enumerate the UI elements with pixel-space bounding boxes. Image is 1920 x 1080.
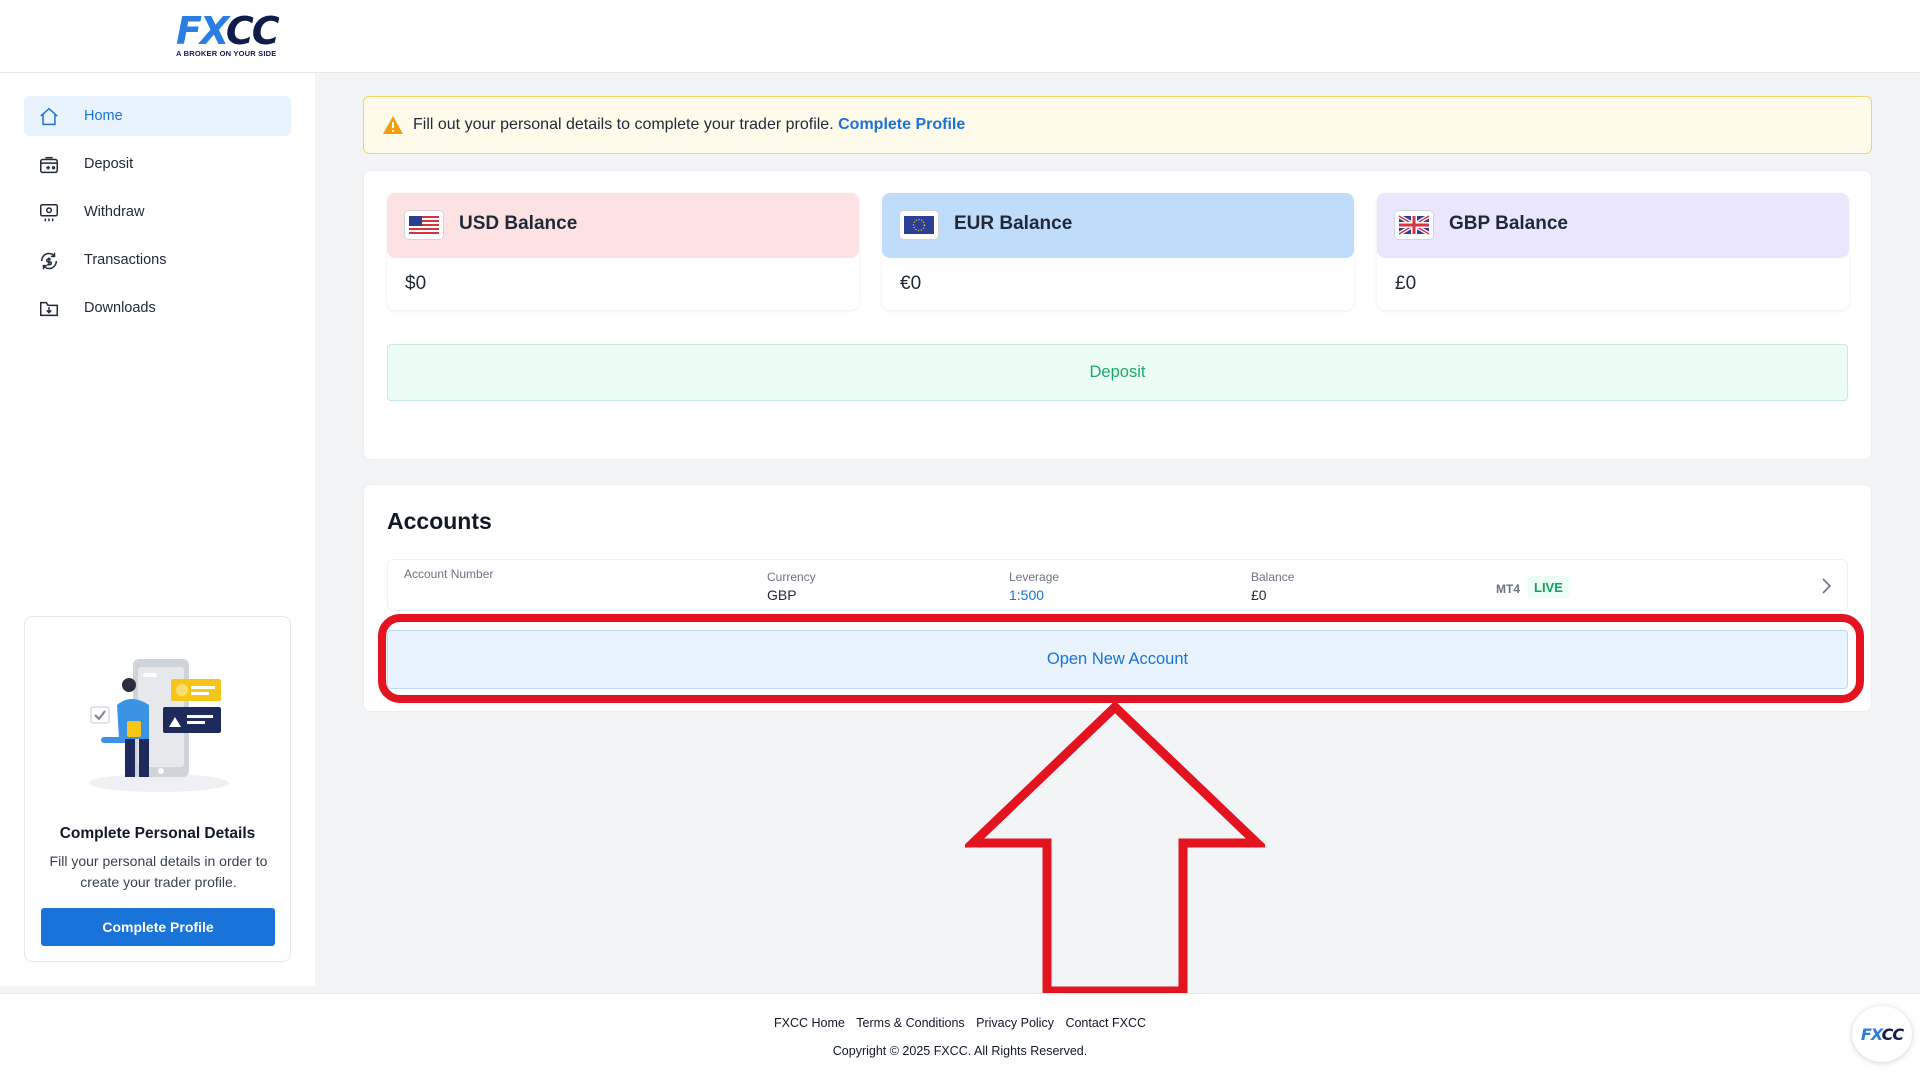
warning-icon xyxy=(383,116,403,134)
balance-title: EUR Balance xyxy=(954,213,1073,234)
balance-title: GBP Balance xyxy=(1449,213,1568,234)
gbp-balance-header: GBP Balance xyxy=(1377,193,1849,258)
home-icon xyxy=(40,107,58,126)
usd-balance-card: USD Balance $0 xyxy=(387,193,859,310)
usd-balance-header: USD Balance xyxy=(387,193,859,258)
footer-link-home[interactable]: FXCC Home xyxy=(774,1016,845,1030)
sidebar-item-label: Withdraw xyxy=(84,204,145,220)
fxcc-logo[interactable]: FXCC A BROKER ON YOUR SIDE xyxy=(176,12,301,58)
sidebar-item-label: Downloads xyxy=(84,300,156,316)
withdraw-cash-icon xyxy=(40,204,58,222)
sidebar: Home Deposit Withdraw Transactions Downl… xyxy=(0,73,315,986)
promo-text: Fill your personal details in order to c… xyxy=(49,853,268,890)
currency-value: GBP xyxy=(767,587,797,603)
transactions-icon xyxy=(40,252,58,270)
alert-text: Fill out your personal details to comple… xyxy=(413,116,834,133)
deposit-button[interactable]: Deposit xyxy=(387,344,1848,401)
account-row[interactable]: Account Number Currency GBP Leverage 1:5… xyxy=(387,559,1848,611)
live-badge: LIVE xyxy=(1528,576,1569,598)
mini-logo-cc: CC xyxy=(1881,1024,1905,1044)
profile-illustration xyxy=(89,659,229,792)
deposit-wallet-icon xyxy=(40,156,58,174)
sidebar-item-transactions[interactable]: Transactions xyxy=(24,240,291,280)
open-new-account-button[interactable]: Open New Account xyxy=(387,630,1848,689)
sidebar-item-downloads[interactable]: Downloads xyxy=(24,288,291,328)
profile-alert: Fill out your personal details to comple… xyxy=(363,96,1872,154)
promo-title: Complete Personal Details xyxy=(59,825,256,842)
fxcc-mini-logo: FXCC xyxy=(1860,1024,1905,1044)
us-flag-icon xyxy=(405,211,443,239)
gbp-balance-card: GBP Balance £0 xyxy=(1377,193,1849,310)
logo-cc-text: CC xyxy=(225,9,280,53)
footer-link-terms[interactable]: Terms & Conditions xyxy=(856,1016,964,1030)
alert-message: Fill out your personal details to comple… xyxy=(413,116,965,134)
balance-col: Balance £0 xyxy=(1251,570,1294,603)
sidebar-item-home[interactable]: Home xyxy=(24,96,291,136)
sidebar-item-deposit[interactable]: Deposit xyxy=(24,144,291,184)
accounts-title: Accounts xyxy=(387,508,492,534)
up-arrow-annotation xyxy=(965,700,1265,996)
footer-link-privacy[interactable]: Privacy Policy xyxy=(976,1016,1054,1030)
copyright-text: Copyright © 2025 FXCC. All Rights Reserv… xyxy=(832,1044,1088,1058)
leverage-col: Leverage 1:500 xyxy=(1009,570,1059,603)
balance-amount: €0 xyxy=(900,273,922,294)
currency-col: Currency GBP xyxy=(767,570,816,603)
account-number-label: Account Number xyxy=(404,567,494,581)
eur-balance-header: EUR Balance xyxy=(882,193,1354,258)
balance-label: Balance xyxy=(1251,570,1295,584)
eur-balance-card: EUR Balance €0 xyxy=(882,193,1354,310)
sidebar-item-label: Home xyxy=(84,108,123,124)
leverage-label: Leverage xyxy=(1009,570,1060,584)
balance-title: USD Balance xyxy=(459,213,578,234)
footer: FXCC Home Terms & Conditions Privacy Pol… xyxy=(0,993,1920,1080)
chevron-right-icon[interactable] xyxy=(1819,576,1833,596)
balance-amount: £0 xyxy=(1395,273,1417,294)
complete-profile-button[interactable]: Complete Profile xyxy=(41,908,275,946)
footer-links: FXCC Home Terms & Conditions Privacy Pol… xyxy=(0,1016,1920,1030)
balance-value: £0 xyxy=(1251,587,1267,603)
mini-logo-fx: FX xyxy=(1860,1024,1883,1044)
footer-link-contact[interactable]: Contact FXCC xyxy=(1065,1016,1146,1030)
complete-details-card: Complete Personal Details Fill your pers… xyxy=(24,616,291,962)
platform-badge: MT4 xyxy=(1496,582,1520,596)
balance-amount: $0 xyxy=(405,273,427,294)
sidebar-item-label: Transactions xyxy=(84,252,167,268)
sidebar-item-label: Deposit xyxy=(84,156,134,172)
eu-flag-icon xyxy=(900,211,938,239)
fxcc-chat-badge[interactable]: FXCC xyxy=(1852,1006,1912,1062)
sidebar-item-withdraw[interactable]: Withdraw xyxy=(24,192,291,232)
account-number-col: Account Number xyxy=(404,567,493,581)
currency-label: Currency xyxy=(767,570,816,584)
uk-flag-icon xyxy=(1395,211,1433,239)
complete-profile-link[interactable]: Complete Profile xyxy=(838,116,965,133)
logo-fx-text: FX xyxy=(176,9,228,53)
logo-tagline: A BROKER ON YOUR SIDE xyxy=(176,49,277,58)
leverage-value[interactable]: 1:500 xyxy=(1009,587,1059,603)
downloads-folder-icon xyxy=(40,301,58,317)
top-bar: FXCC A BROKER ON YOUR SIDE xyxy=(0,0,1920,73)
